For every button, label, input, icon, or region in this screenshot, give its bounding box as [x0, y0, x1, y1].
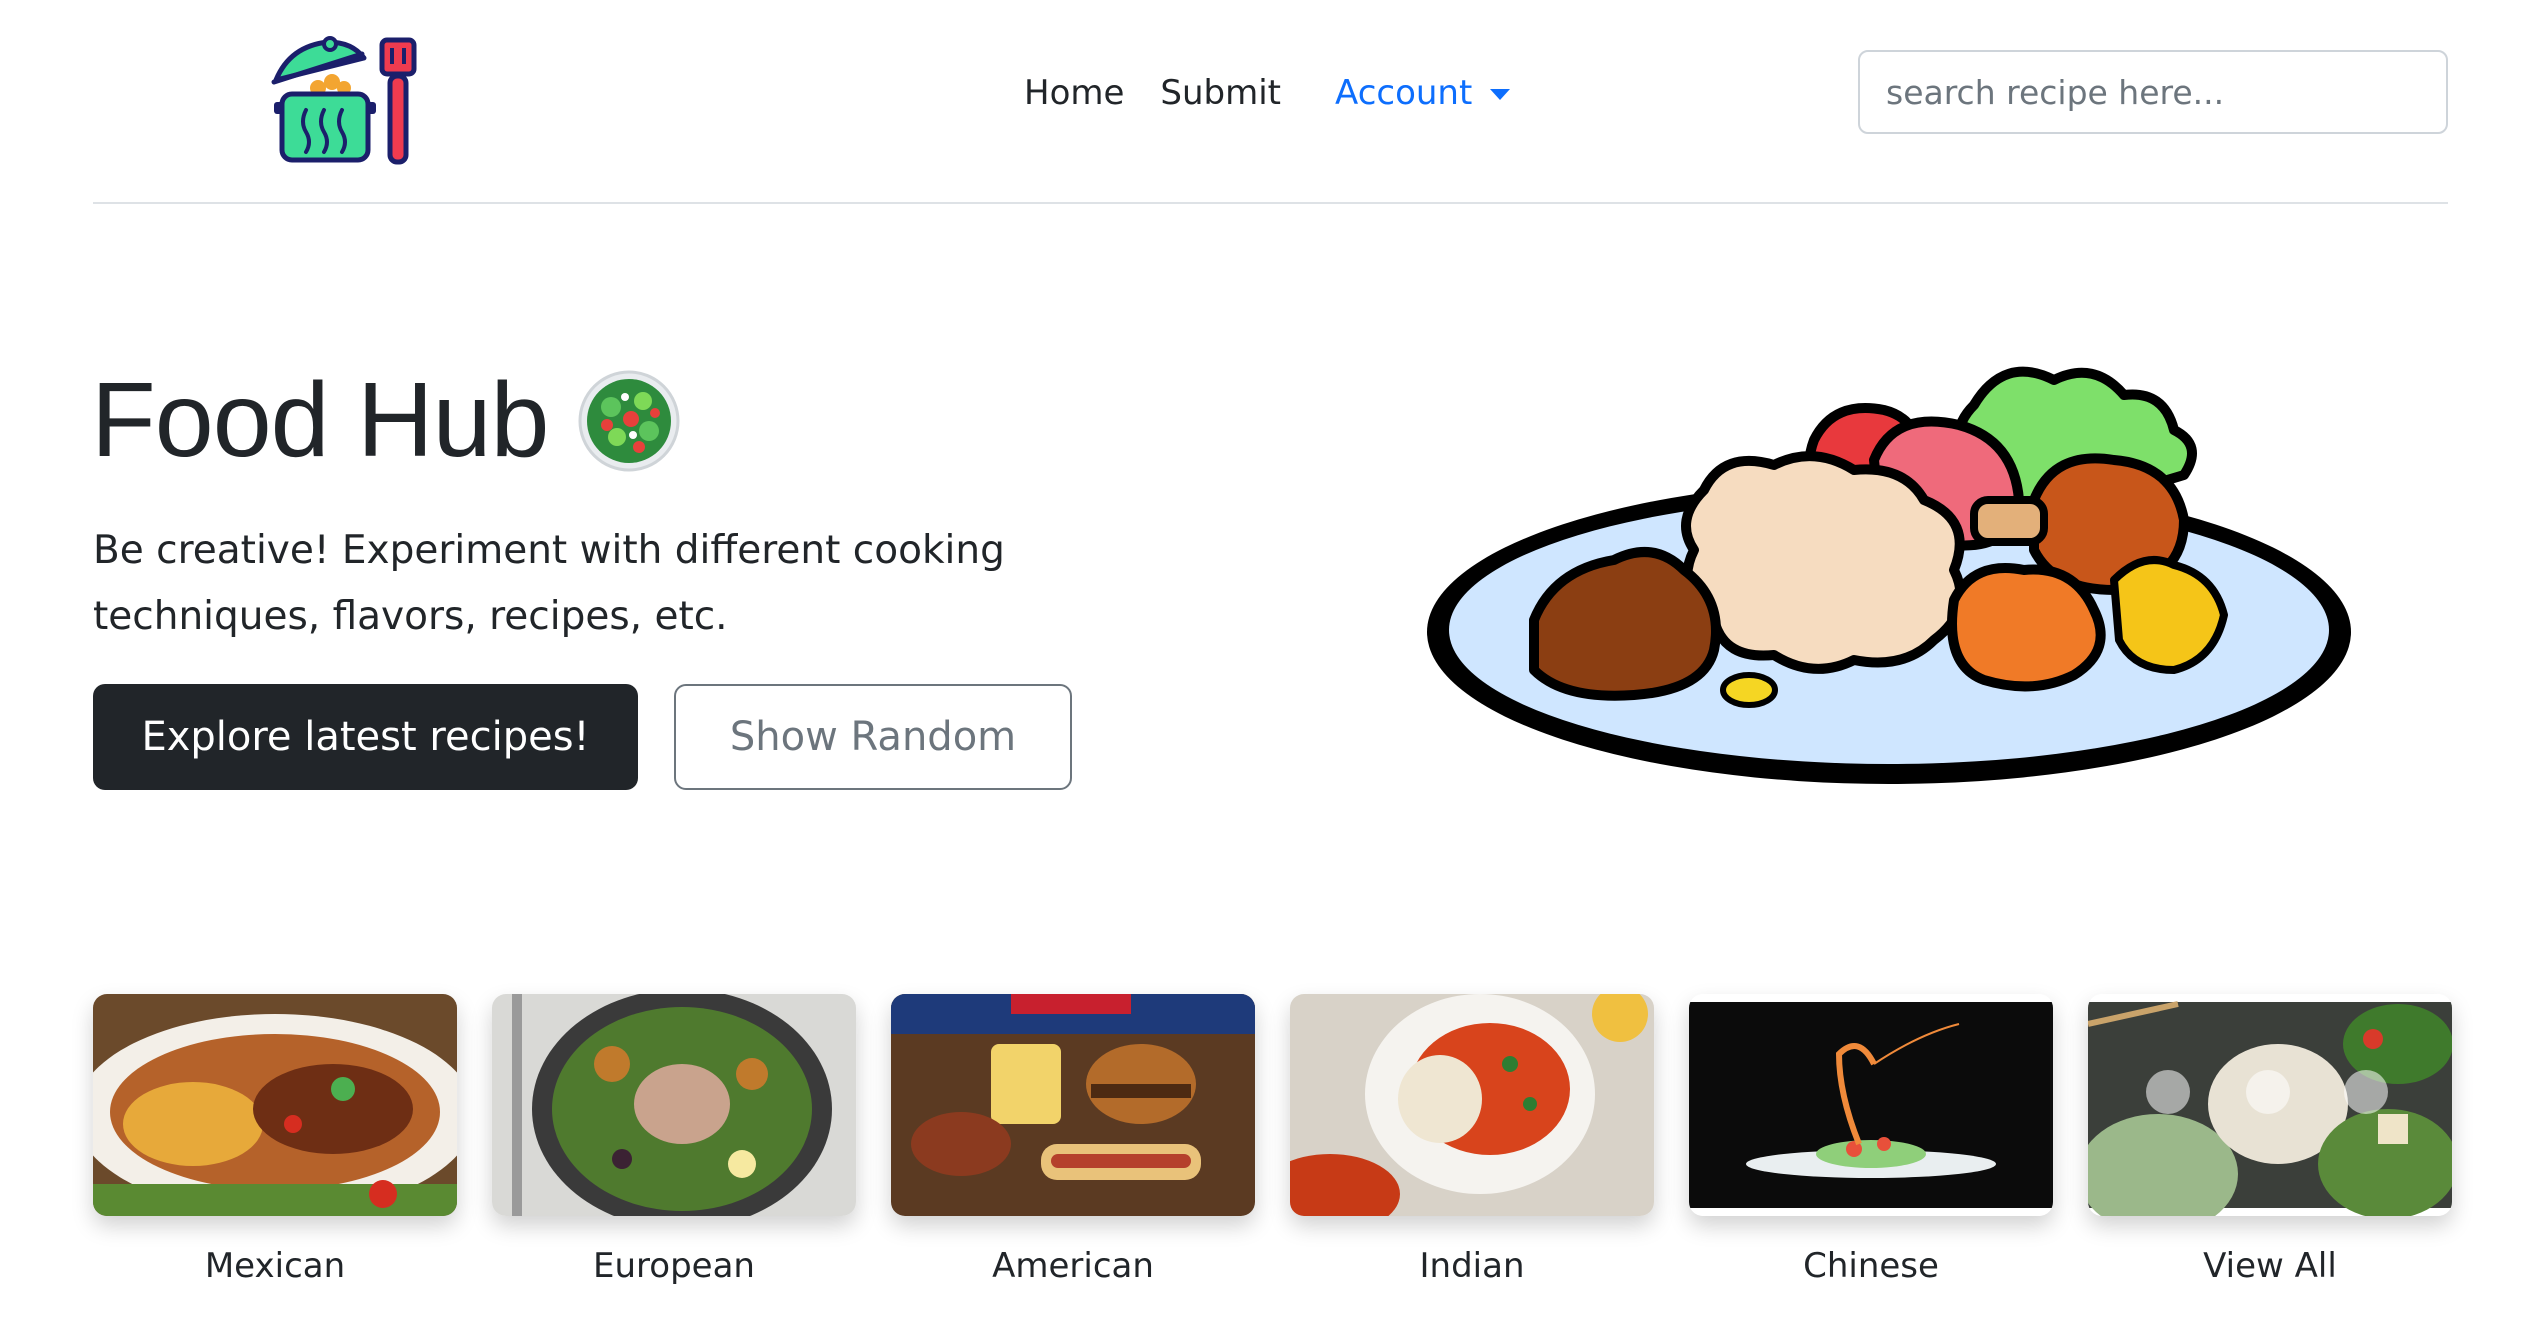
view-all-food-image [2088, 994, 2452, 1216]
category-thumbnail [492, 994, 856, 1216]
nav-home-link[interactable]: Home [1024, 73, 1124, 113]
category-card-indian[interactable]: Indian [1290, 994, 1654, 1286]
main-nav: Home Submit Account [1024, 68, 1511, 118]
category-thumbnail [2088, 994, 2452, 1216]
page-title: Food Hub [91, 361, 550, 479]
category-card-view-all[interactable]: View All [2088, 994, 2452, 1286]
show-random-button[interactable]: Show Random [674, 684, 1072, 790]
category-label: Chinese [1803, 1246, 1939, 1286]
site-header: Home Submit Account [0, 0, 2542, 205]
category-thumbnail [1290, 994, 1654, 1216]
nav-submit-link[interactable]: Submit [1160, 73, 1281, 113]
account-label: Account [1335, 73, 1473, 113]
category-card-mexican[interactable]: Mexican [93, 994, 457, 1286]
hero-title-row: Food Hub [91, 360, 681, 481]
category-card-european[interactable]: European [492, 994, 856, 1286]
american-food-image [891, 994, 1255, 1216]
search-input[interactable] [1858, 50, 2448, 134]
salad-icon [578, 370, 680, 471]
header-divider [93, 202, 2448, 204]
category-label: View All [2203, 1246, 2337, 1286]
category-list: Mexican European American Indian Chinese… [93, 994, 2452, 1314]
explore-latest-recipes-button[interactable]: Explore latest recipes! [93, 684, 638, 790]
category-label: Mexican [204, 1246, 346, 1286]
indian-food-image [1290, 994, 1654, 1216]
chinese-food-image [1689, 994, 2053, 1216]
category-thumbnail [1689, 994, 2053, 1216]
account-dropdown[interactable]: Account [1335, 73, 1511, 113]
category-thumbnail [93, 994, 457, 1216]
chevron-down-icon [1490, 88, 1511, 100]
category-thumbnail [891, 994, 1255, 1216]
category-label: European [593, 1246, 755, 1286]
category-card-american[interactable]: American [891, 994, 1255, 1286]
category-card-chinese[interactable]: Chinese [1689, 994, 2053, 1286]
european-food-image [492, 994, 856, 1216]
hero-description: Be creative! Experiment with different c… [93, 528, 1005, 639]
category-label: American [992, 1246, 1154, 1286]
food-plate-illustration [1427, 366, 2351, 784]
cooking-pot-logo[interactable] [270, 18, 420, 168]
mexican-food-image [93, 994, 457, 1216]
category-label: Indian [1419, 1246, 1525, 1286]
